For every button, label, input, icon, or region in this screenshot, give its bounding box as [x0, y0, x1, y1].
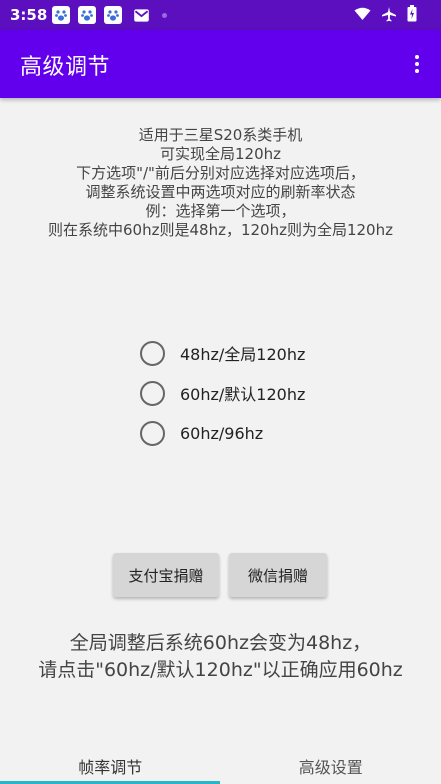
refresh-rate-radio-group: 48hz/全局120hz 60hz/默认120hz 60hz/96hz — [140, 333, 305, 453]
description-line: 下方选项"/"前后分别对应选择对应选项后， — [76, 164, 365, 182]
description-text: 适用于三星S20系类手机 可实现全局120hz 下方选项"/"前后分别对应选择对… — [0, 126, 441, 240]
tab-label: 帧率调节 — [78, 758, 143, 777]
radio-option-60hz-96hz[interactable]: 60hz/96hz — [140, 413, 305, 453]
radio-label: 60hz/默认120hz — [180, 385, 306, 404]
paw-icon — [78, 6, 96, 24]
radio-option-48hz[interactable]: 48hz/全局120hz — [140, 333, 305, 373]
wechat-donate-button[interactable]: 微信捐赠 — [229, 553, 327, 597]
notice-line: 请点击"60hz/默认120hz"以正确应用60hz — [38, 659, 403, 681]
radio-button[interactable] — [140, 340, 165, 366]
radio-button[interactable] — [140, 420, 165, 446]
radio-label: 48hz/全局120hz — [180, 345, 306, 364]
app-title: 高级调节 — [20, 55, 111, 80]
radio-option-60hz-default[interactable]: 60hz/默认120hz — [140, 373, 305, 413]
battery-icon — [407, 5, 417, 22]
tab-frame-rate[interactable]: 帧率调节 — [0, 742, 221, 784]
radio-label: 60hz/96hz — [180, 423, 264, 443]
notification-dot-icon — [162, 13, 167, 18]
mail-icon — [132, 6, 150, 24]
app-bar: 高级调节 — [0, 30, 441, 98]
alipay-donate-button[interactable]: 支付宝捐赠 — [113, 553, 219, 597]
wifi-icon — [354, 7, 371, 20]
more-vert-icon[interactable] — [407, 50, 427, 78]
paw-icon — [104, 6, 122, 24]
description-line: 则在系统中60hz则是48hz，120hz则为全局120hz — [48, 221, 393, 239]
status-bar: 3:58 — [0, 0, 441, 30]
airplane-icon — [382, 6, 396, 21]
paw-icon — [52, 6, 70, 24]
notice-line: 全局调整后系统60hz会变为48hz， — [69, 632, 372, 654]
description-line: 可实现全局120hz — [159, 145, 281, 163]
tab-label: 高级设置 — [298, 758, 363, 777]
description-line: 调整系统设置中两选项对应的刷新率状态 — [85, 183, 356, 201]
status-icons — [354, 5, 417, 22]
radio-button[interactable] — [140, 380, 165, 406]
notice-text: 全局调整后系统60hz会变为48hz， 请点击"60hz/默认120hz"以正确… — [0, 630, 441, 684]
bottom-tab-bar: 帧率调节 高级设置 — [0, 742, 441, 784]
tab-advanced-settings[interactable]: 高级设置 — [221, 742, 441, 784]
status-time: 3:58 — [10, 6, 48, 24]
description-line: 适用于三星S20系类手机 — [138, 126, 303, 144]
description-line: 例：选择第一个选项， — [145, 202, 296, 220]
